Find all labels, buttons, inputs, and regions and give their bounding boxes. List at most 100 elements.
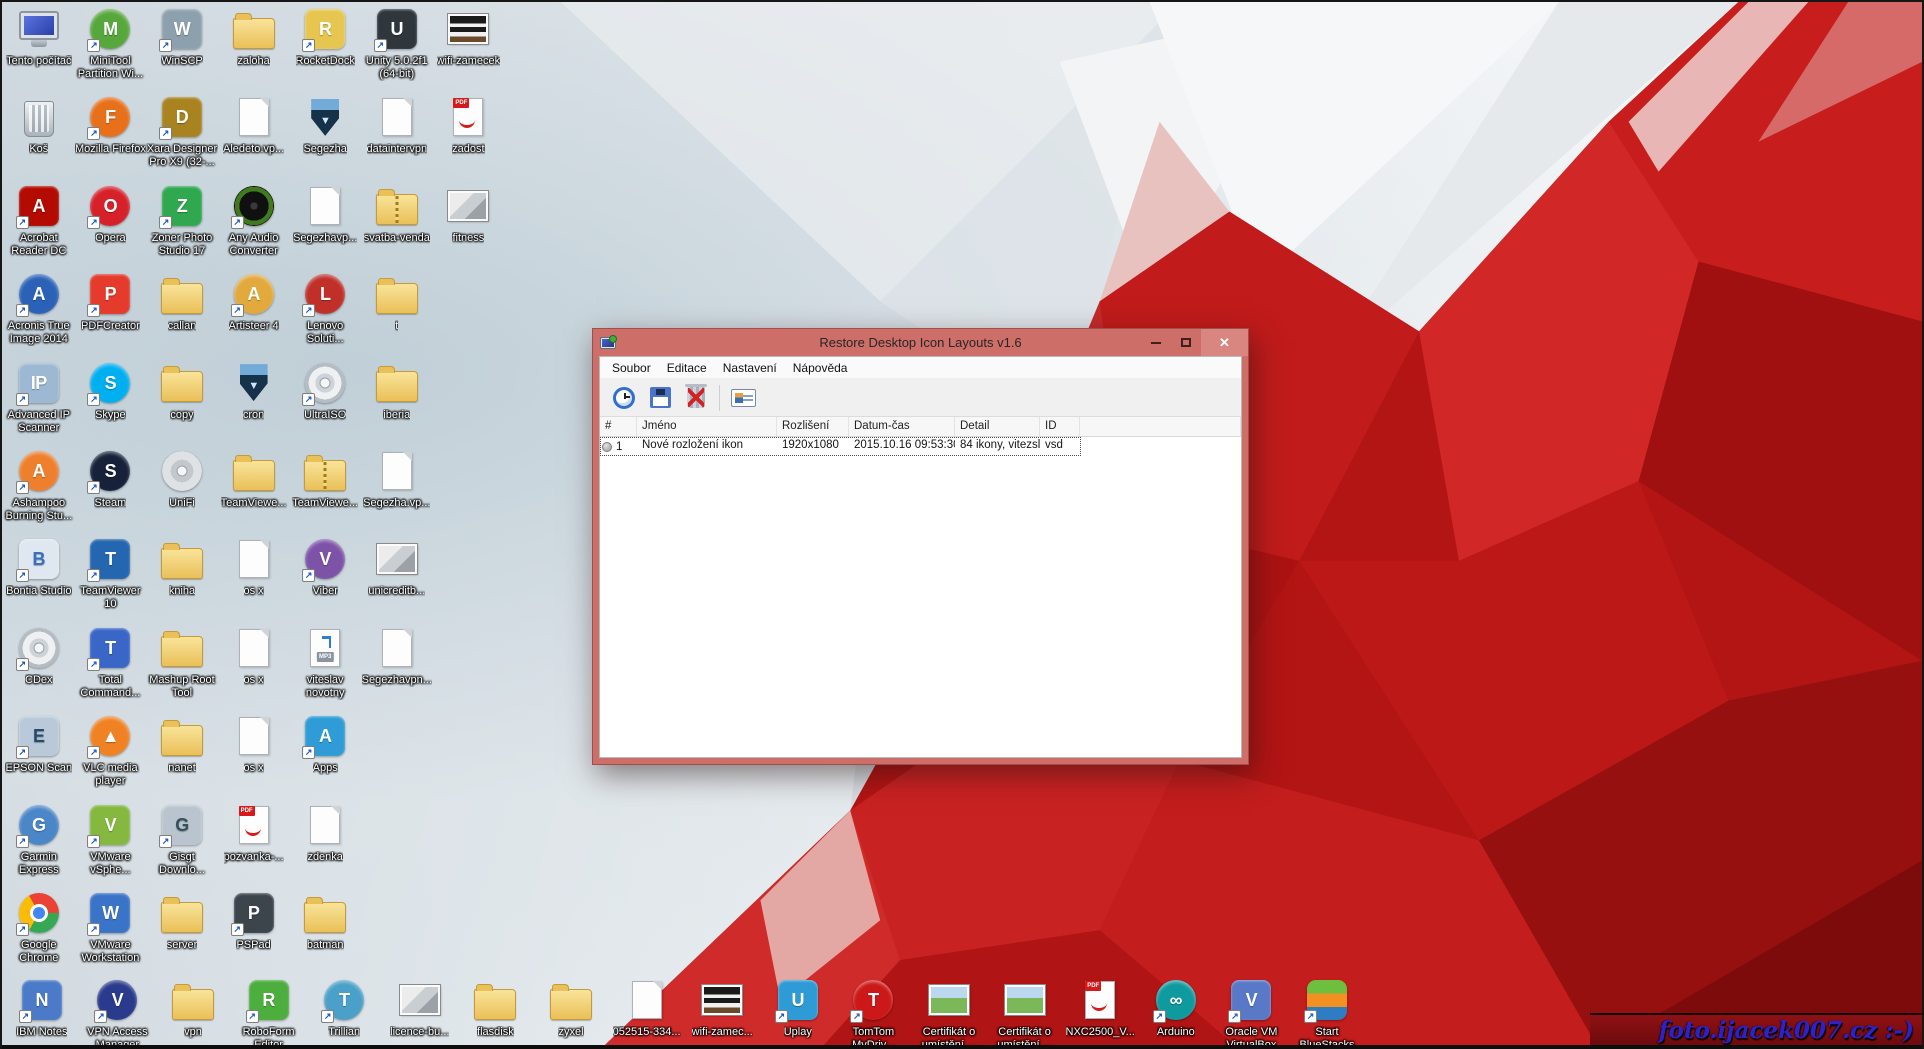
desktop-icon-garmin-express[interactable]: G↗Garmin Express xyxy=(3,803,75,877)
desktop-icon-flasdisk[interactable]: flasdisk xyxy=(458,978,534,1039)
row-radio-button[interactable] xyxy=(602,442,612,452)
desktop-icon-roboform-editor[interactable]: R↗RoboForm Editor xyxy=(231,978,307,1049)
desktop-icon-vpn[interactable]: vpn xyxy=(155,978,231,1039)
desktop-icon-steam[interactable]: S↗Steam xyxy=(75,449,147,510)
desktop-icon-cron[interactable]: ▼cron xyxy=(218,361,290,422)
menu-item-nastaveni[interactable]: Nastavení xyxy=(715,358,785,378)
desktop-icon-trillian[interactable]: T↗Trillian xyxy=(306,978,382,1039)
desktop-icon-vpn-access-manager[interactable]: V↗VPN Access Manager xyxy=(80,978,156,1049)
column-header-resolution[interactable]: Rozlišení xyxy=(777,417,849,436)
desktop-icon-unifi[interactable]: UniFi xyxy=(146,449,218,510)
desktop-icon-epson-scan[interactable]: E↗EPSON Scan xyxy=(3,714,75,775)
desktop-icon-nxc2500-v[interactable]: PDFNXC2500_V... xyxy=(1062,978,1138,1039)
desktop-icon-pozvanka[interactable]: PDFpozvanka-... xyxy=(218,803,290,864)
menu-item-editace[interactable]: Editace xyxy=(659,358,715,378)
desktop-icon-zoner-photo-studio-17[interactable]: Z↗Zoner Photo Studio 17 xyxy=(146,184,218,258)
column-header-num[interactable]: # xyxy=(600,417,637,436)
desktop-icon-zyxel[interactable]: zyxel xyxy=(533,978,609,1039)
desktop-icon-minitool-partition-wi[interactable]: M↗MiniTool Partition Wi... xyxy=(75,7,147,81)
column-header-detail[interactable]: Detail xyxy=(955,417,1040,436)
layout-row[interactable]: 1 Nové rozložení ikon 1920x1080 2015.10.… xyxy=(600,437,1081,456)
desktop-icon-oracle-vm-virtualbox[interactable]: V↗Oracle VM VirtualBox xyxy=(1214,978,1290,1049)
profile-button[interactable] xyxy=(725,382,761,414)
desktop-icon-viber[interactable]: V↗Viber xyxy=(289,537,361,598)
column-header-id[interactable]: ID xyxy=(1040,417,1080,436)
desktop-icon-zaloha[interactable]: zaloha xyxy=(218,7,290,68)
desktop-icon-bontia-studio[interactable]: B↗Bontia Studio xyxy=(3,537,75,598)
save-layout-button[interactable] xyxy=(642,382,678,414)
desktop-icon-zdenka[interactable]: zdenka xyxy=(289,803,361,864)
desktop-icon-aledeto-vp[interactable]: Aledeto.vp... xyxy=(218,95,290,156)
desktop-icon-segezhavp[interactable]: Segezhavp... xyxy=(289,184,361,245)
desktop-icon-pspad[interactable]: P↗PSPad xyxy=(218,891,290,952)
desktop-icon-winscp[interactable]: W↗WinSCP xyxy=(146,7,218,68)
desktop-icon-acronis-true-image-2014[interactable]: A↗Acronis True Image 2014 xyxy=(3,272,75,346)
desktop-icon-os-x[interactable]: os x xyxy=(218,714,290,775)
window-titlebar[interactable]: Restore Desktop Icon Layouts v1.6 ✕ xyxy=(593,329,1248,356)
desktop-icon-skype[interactable]: S↗Skype xyxy=(75,361,147,422)
desktop-icon-callan[interactable]: callan xyxy=(146,272,218,333)
desktop-icon-teamviewer-10[interactable]: T↗TeamViewer 10 xyxy=(75,537,147,611)
desktop-icon-vmware-workstation[interactable]: W↗VMware Workstation xyxy=(75,891,147,965)
desktop-icon-segezhavpn[interactable]: Segezhavpn... xyxy=(361,626,433,687)
column-header-name[interactable]: Jméno xyxy=(637,417,777,436)
desktop-icon-iberia[interactable]: iberia xyxy=(361,361,433,422)
menu-item-soubor[interactable]: Soubor xyxy=(604,358,659,378)
desktop-icon-opera[interactable]: O↗Opera xyxy=(75,184,147,245)
desktop-icon-lenovo-soluti[interactable]: L↗Lenovo Soluti... xyxy=(289,272,361,346)
desktop-icon-arduino[interactable]: ∞↗Arduino xyxy=(1138,978,1214,1039)
desktop-icon-advanced-ip-scanner[interactable]: IP↗Advanced IP Scanner xyxy=(3,361,75,435)
desktop-icon-batman[interactable]: batman xyxy=(289,891,361,952)
desktop-icon-cdex[interactable]: ↗CDex xyxy=(3,626,75,687)
desktop-icon-os-x[interactable]: os x xyxy=(218,537,290,598)
desktop-icon-t[interactable]: t xyxy=(361,272,433,333)
desktop-icon-start-bluestacks[interactable]: ↗Start BlueStacks xyxy=(1289,978,1365,1049)
desktop-icon-total-command[interactable]: T↗Total Command... xyxy=(75,626,147,700)
desktop-icon-server[interactable]: server xyxy=(146,891,218,952)
desktop-icon-ko[interactable]: Koš xyxy=(3,95,75,156)
desktop-icon-unity-5-0-2f1-64-bit[interactable]: U↗Unity 5.0.2f1 (64-bit) xyxy=(361,7,433,81)
desktop-icon-ultraiso[interactable]: ↗UltraISO xyxy=(289,361,361,422)
desktop-icon-segezha[interactable]: ▼Segezha xyxy=(289,95,361,156)
desktop-icon-wifi-zamec[interactable]: wifi-zamec... xyxy=(684,978,760,1039)
desktop-icon-svatba-venda[interactable]: svatba-venda xyxy=(361,184,433,245)
desktop-icon-teamviewe[interactable]: TeamViewe... xyxy=(218,449,290,510)
desktop-icon-licence-bu[interactable]: licence-bu... xyxy=(382,978,458,1039)
column-header-datetime[interactable]: Datum-čas xyxy=(849,417,955,436)
restore-layout-button[interactable] xyxy=(606,382,642,414)
desktop-icon-052515-334[interactable]: 052515-334... xyxy=(609,978,685,1039)
desktop-icon-certifik-t-o-um-st-n[interactable]: Certifikát o umístění ... xyxy=(911,978,987,1049)
desktop-icon-tento-po-ta[interactable]: Tento počítač xyxy=(3,7,75,68)
desktop-icon-zadost[interactable]: PDFzadost xyxy=(433,95,505,156)
desktop-icon-teamviewe[interactable]: TeamViewe... xyxy=(289,449,361,510)
desktop-icon-apps[interactable]: A↗Apps xyxy=(289,714,361,775)
desktop-icon-tomtom-mydriv[interactable]: T↗TomTom MyDriv... xyxy=(836,978,912,1049)
maximize-button[interactable] xyxy=(1171,329,1201,356)
desktop-icon-unicreditb[interactable]: unicreditb... xyxy=(361,537,433,598)
desktop-icon-uplay[interactable]: U↗Uplay xyxy=(760,978,836,1039)
desktop-icon-ibm-notes[interactable]: N↗IBM Notes xyxy=(4,978,80,1039)
desktop-icon-any-audio-converter[interactable]: ↗Any Audio Converter xyxy=(218,184,290,258)
desktop-icon-mashup-root-tool[interactable]: Mashup Root Tool xyxy=(146,626,218,700)
minimize-button[interactable] xyxy=(1141,329,1171,356)
delete-layout-button[interactable] xyxy=(678,382,714,414)
desktop-icon-wifi-zamecek[interactable]: wifi-zamecek xyxy=(433,7,505,68)
desktop-icon-vlc-media-player[interactable]: ▲↗VLC media player xyxy=(75,714,147,788)
desktop-icon-dataintervpn[interactable]: dataintervpn xyxy=(361,95,433,156)
desktop-icon-mozilla-firefox[interactable]: F↗Mozilla Firefox xyxy=(75,95,147,156)
desktop-icon-vmware-vsphe[interactable]: V↗VMware vSphe... xyxy=(75,803,147,877)
desktop-icon-artisteer-4[interactable]: A↗Artisteer 4 xyxy=(218,272,290,333)
desktop-icon-rocketdock[interactable]: R↗RocketDock xyxy=(289,7,361,68)
menu-item-napoveda[interactable]: Nápověda xyxy=(785,358,856,378)
desktop-icon-nanet[interactable]: nanet xyxy=(146,714,218,775)
desktop-icon-os-x[interactable]: os x xyxy=(218,626,290,687)
desktop-icon-xara-designer-pro-x9-32[interactable]: D↗Xara Designer Pro X9 (32-... xyxy=(146,95,218,169)
desktop-icon-viteslav-novotny[interactable]: MP3viteslav novotny xyxy=(289,626,361,700)
desktop-icon-ashampoo-burning-stu[interactable]: A↗Ashampoo Burning Stu... xyxy=(3,449,75,523)
desktop-icon-google-chrome[interactable]: ↗Google Chrome xyxy=(3,891,75,965)
desktop-icon-fitness[interactable]: fitness xyxy=(433,184,505,245)
desktop-icon-certifik-t-o-um-st-n[interactable]: Certifikát o umístění ... xyxy=(987,978,1063,1049)
close-button[interactable]: ✕ xyxy=(1201,329,1248,356)
desktop-icon-kniha[interactable]: kniha xyxy=(146,537,218,598)
desktop-icon-acrobat-reader-dc[interactable]: A↗Acrobat Reader DC xyxy=(3,184,75,258)
